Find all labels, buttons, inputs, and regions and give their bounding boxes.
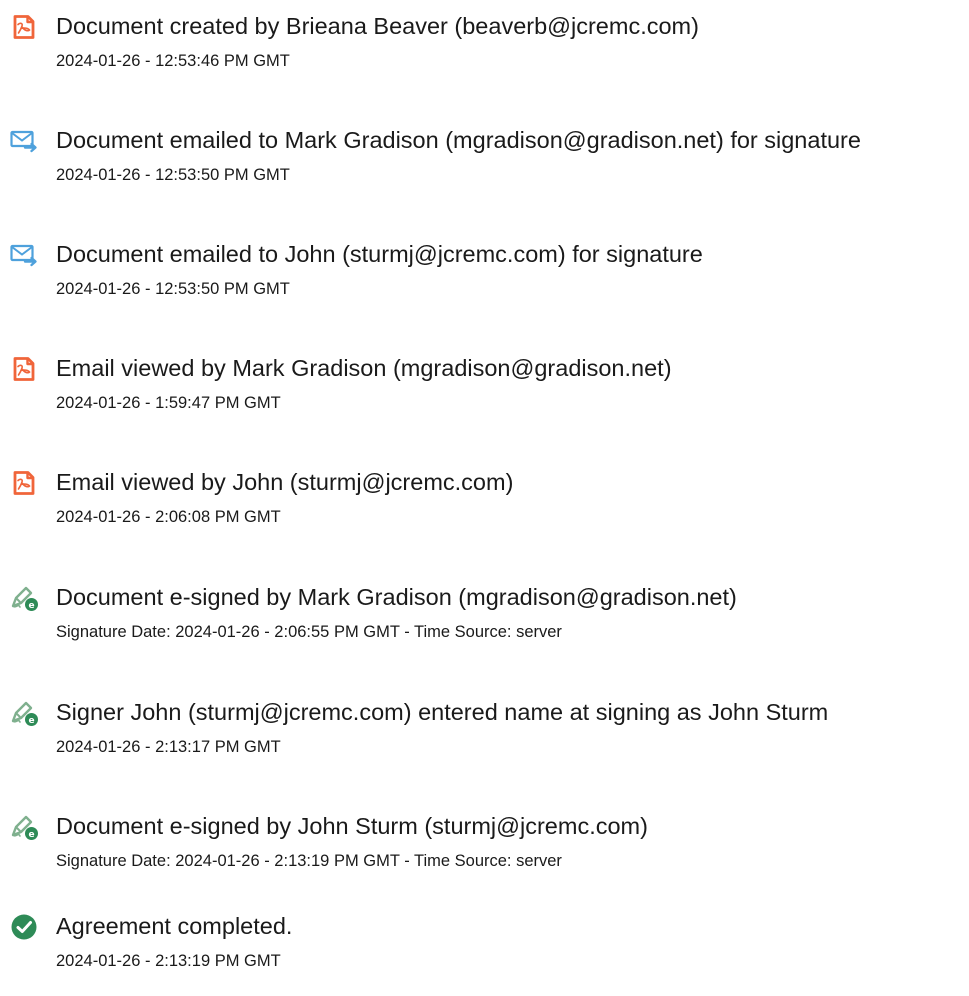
event-title: Document emailed to John (sturmj@jcremc.…: [56, 241, 703, 267]
document-created-icon: [9, 12, 39, 42]
event-title: Agreement completed.: [56, 913, 293, 939]
audit-event-signed-john: Document e-signed by John Sturm (sturmj@…: [0, 800, 969, 890]
event-title: Document e-signed by Mark Gradison (mgra…: [56, 584, 737, 610]
audit-event-emailed-john: Document emailed to John (sturmj@jcremc.…: [0, 228, 969, 318]
email-sent-icon: [9, 240, 39, 270]
audit-event-viewed-mark: Email viewed by Mark Gradison (mgradison…: [0, 342, 969, 432]
audit-event-name-entered-john: Signer John (sturmj@jcremc.com) entered …: [0, 686, 969, 776]
event-timestamp: Signature Date: 2024-01-26 - 2:13:19 PM …: [56, 852, 562, 870]
email-viewed-icon: [9, 468, 39, 498]
event-timestamp: 2024-01-26 - 2:13:19 PM GMT: [56, 952, 281, 970]
event-timestamp: 2024-01-26 - 2:13:17 PM GMT: [56, 738, 281, 756]
event-title: Signer John (sturmj@jcremc.com) entered …: [56, 699, 829, 725]
event-timestamp: 2024-01-26 - 12:53:46 PM GMT: [56, 52, 290, 70]
email-sent-icon: [9, 126, 39, 156]
e-sign-icon: [9, 698, 39, 728]
email-viewed-icon: [9, 354, 39, 384]
audit-event-agreement-completed: Agreement completed. 2024-01-26 - 2:13:1…: [0, 900, 969, 990]
audit-event-viewed-john: Email viewed by John (sturmj@jcremc.com)…: [0, 456, 969, 546]
audit-event-emailed-mark: Document emailed to Mark Gradison (mgrad…: [0, 114, 969, 204]
e-sign-icon: [9, 583, 39, 613]
audit-event-signed-mark: Document e-signed by Mark Gradison (mgra…: [0, 571, 969, 661]
event-timestamp: 2024-01-26 - 12:53:50 PM GMT: [56, 280, 290, 298]
event-timestamp: 2024-01-26 - 12:53:50 PM GMT: [56, 166, 290, 184]
audit-history-list: Document created by Brieana Beaver (beav…: [0, 0, 969, 996]
event-title: Email viewed by John (sturmj@jcremc.com): [56, 469, 514, 495]
event-title: Document emailed to Mark Gradison (mgrad…: [56, 127, 861, 153]
event-timestamp: 2024-01-26 - 2:06:08 PM GMT: [56, 508, 281, 526]
audit-event-document-created: Document created by Brieana Beaver (beav…: [0, 0, 969, 90]
event-title: Email viewed by Mark Gradison (mgradison…: [56, 355, 672, 381]
event-timestamp: Signature Date: 2024-01-26 - 2:06:55 PM …: [56, 623, 562, 641]
e-sign-icon: [9, 812, 39, 842]
event-title: Document e-signed by John Sturm (sturmj@…: [56, 813, 648, 839]
event-timestamp: 2024-01-26 - 1:59:47 PM GMT: [56, 394, 281, 412]
event-title: Document created by Brieana Beaver (beav…: [56, 13, 699, 39]
agreement-completed-icon: [9, 912, 39, 942]
